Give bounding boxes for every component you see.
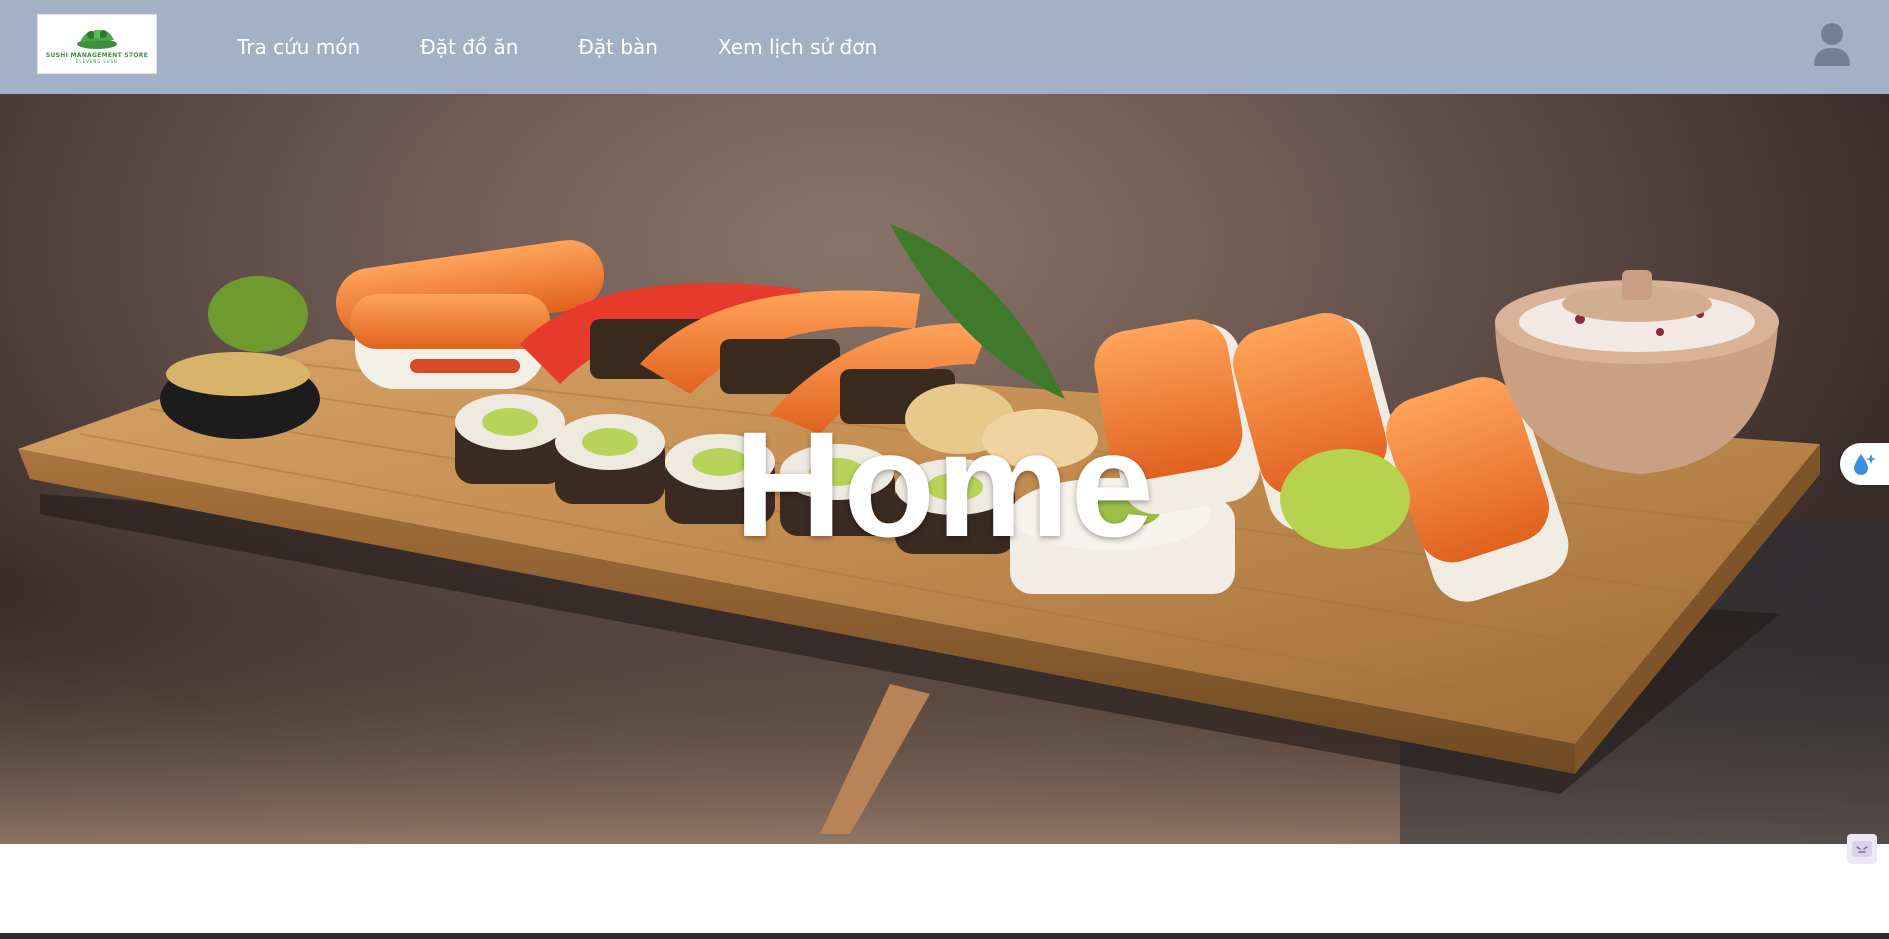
sushi-logo-icon: [77, 30, 117, 49]
main-nav: Tra cứu món Đặt đồ ăn Đặt bàn Xem lịch s…: [237, 0, 937, 94]
nav-order-food[interactable]: Đặt đồ ăn: [420, 35, 518, 59]
nav-book-table[interactable]: Đặt bàn: [578, 35, 658, 59]
assistant-icon: [1852, 841, 1872, 857]
top-navbar: SUSHI MANAGEMENT STORE ELEVENS SUSH Tra …: [0, 0, 1889, 94]
water-drop-sparkle-icon: [1854, 454, 1876, 475]
nav-lookup-dishes[interactable]: Tra cứu món: [237, 35, 360, 59]
nav-order-history[interactable]: Xem lịch sử đơn: [718, 35, 877, 59]
window-bottom-border: [0, 933, 1889, 939]
corner-assistant-widget[interactable]: [1847, 834, 1877, 864]
store-logo[interactable]: SUSHI MANAGEMENT STORE ELEVENS SUSH: [37, 14, 157, 74]
floating-side-widget[interactable]: [1840, 443, 1889, 485]
hero-banner: Home: [0, 94, 1889, 844]
logo-text: SUSHI MANAGEMENT STORE: [45, 52, 149, 59]
user-icon[interactable]: [1812, 22, 1852, 66]
hero-title: Home: [734, 399, 1155, 568]
logo-subtext: ELEVENS SUSH: [75, 59, 119, 64]
